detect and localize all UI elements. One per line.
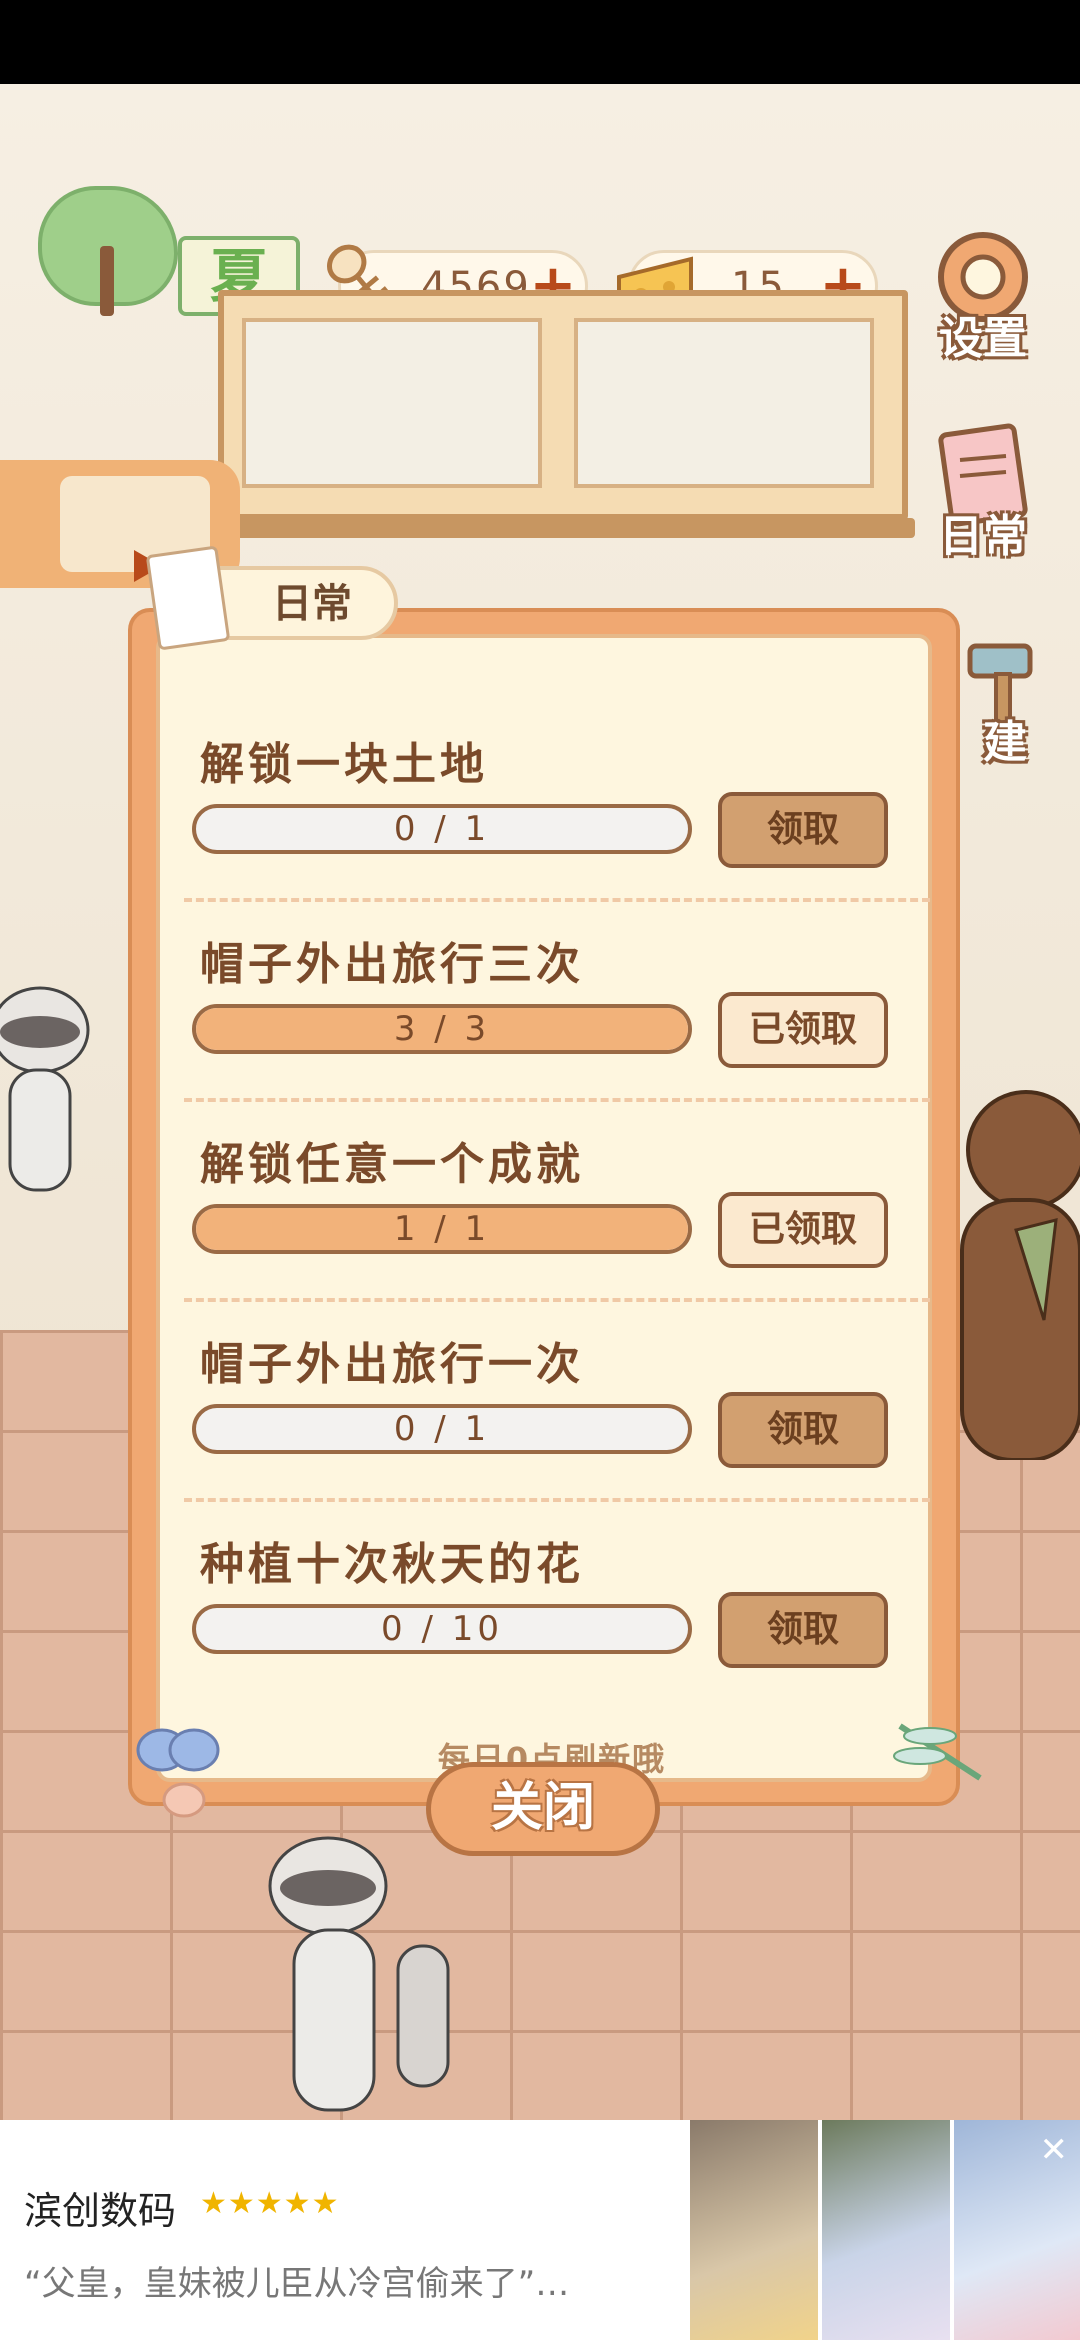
task-item: 解锁任意一个成就 1 / 1 已领取 <box>184 1128 930 1328</box>
claimed-button[interactable]: 已领取 <box>718 1192 888 1268</box>
dialog-tab-title: 日常 <box>272 581 352 627</box>
claim-button[interactable]: 领取 <box>718 1392 888 1468</box>
task-title: 解锁任意一个成就 <box>200 1139 584 1190</box>
task-progress-text: 3 / 3 <box>393 1009 491 1049</box>
claim-button[interactable]: 领取 <box>718 1592 888 1668</box>
raccoon-character-bottom[interactable] <box>258 1826 498 2120</box>
butterfly-icon <box>136 1728 220 1818</box>
display-shelf[interactable] <box>218 290 908 520</box>
task-divider <box>184 1098 930 1102</box>
ad-thumbnails[interactable]: ✕ <box>690 2120 1080 2340</box>
task-progress-bar: 0 / 1 <box>192 1404 692 1454</box>
task-progress-bar: 3 / 3 <box>192 1004 692 1054</box>
task-item: 帽子外出旅行三次 3 / 3 已领取 <box>184 928 930 1128</box>
dragonfly-icon <box>893 1723 982 1781</box>
dialog-tab-daily: 日常 <box>145 545 398 651</box>
task-progress-bar: 1 / 1 <box>192 1204 692 1254</box>
settings-button[interactable]: 设置 <box>918 222 1048 366</box>
task-title: 解锁一块土地 <box>200 739 488 790</box>
dialog-paper: 解锁一块土地 0 / 1 领取 帽子外出旅行三次 3 / 3 已领取 解锁任意一… <box>156 634 932 1782</box>
task-progress-text: 0 / 1 <box>393 1409 491 1449</box>
task-item: 种植十次秋天的花 0 / 10 领取 <box>192 1528 930 1728</box>
daily-tasks-dialog: 解锁一块土地 0 / 1 领取 帽子外出旅行三次 3 / 3 已领取 解锁任意一… <box>128 608 960 1806</box>
tree-trunk <box>100 246 114 316</box>
status-bar <box>0 0 1080 84</box>
task-divider <box>184 898 930 902</box>
shelf-pane-right <box>574 318 874 488</box>
task-title: 帽子外出旅行一次 <box>200 1339 584 1390</box>
task-divider <box>184 1298 930 1302</box>
daily-button[interactable]: 日常 <box>918 420 1048 564</box>
task-progress-text: 0 / 1 <box>393 809 491 849</box>
ad-app-name: 滨创数码 <box>24 2189 177 2233</box>
ad-thumbnail <box>690 2120 818 2340</box>
ad-close-icon[interactable]: ✕ <box>1040 2130 1069 2170</box>
raccoon-character-left[interactable] <box>0 970 110 1210</box>
close-button[interactable]: 关闭 <box>426 1762 660 1856</box>
task-item: 解锁一块土地 0 / 1 领取 <box>184 728 930 928</box>
task-progress-bar: 0 / 10 <box>192 1604 692 1654</box>
ad-thumbnail <box>822 2120 950 2340</box>
task-title: 帽子外出旅行三次 <box>200 939 584 990</box>
claim-button[interactable]: 领取 <box>718 792 888 868</box>
ad-description: “父皇，皇妹被儿臣从冷宫偷来了”… <box>24 2264 570 2304</box>
task-progress-text: 0 / 10 <box>381 1609 503 1649</box>
task-divider <box>184 1498 930 1502</box>
ad-rating-stars: ★★★★★ <box>200 2186 340 2221</box>
shelf-pane-left <box>242 318 542 488</box>
task-title: 种植十次秋天的花 <box>200 1539 584 1590</box>
task-progress-bar: 0 / 1 <box>192 804 692 854</box>
task-progress-text: 1 / 1 <box>393 1209 491 1249</box>
ad-banner[interactable]: 滨创数码 ★★★★★ “父皇，皇妹被儿臣从冷宫偷来了”… ✕ <box>0 2120 1080 2340</box>
claimed-button[interactable]: 已领取 <box>718 992 888 1068</box>
shelf-board <box>200 518 915 538</box>
bear-character[interactable] <box>956 1080 1080 1460</box>
document-icon <box>145 545 231 651</box>
task-item: 帽子外出旅行一次 0 / 1 领取 <box>184 1328 930 1528</box>
